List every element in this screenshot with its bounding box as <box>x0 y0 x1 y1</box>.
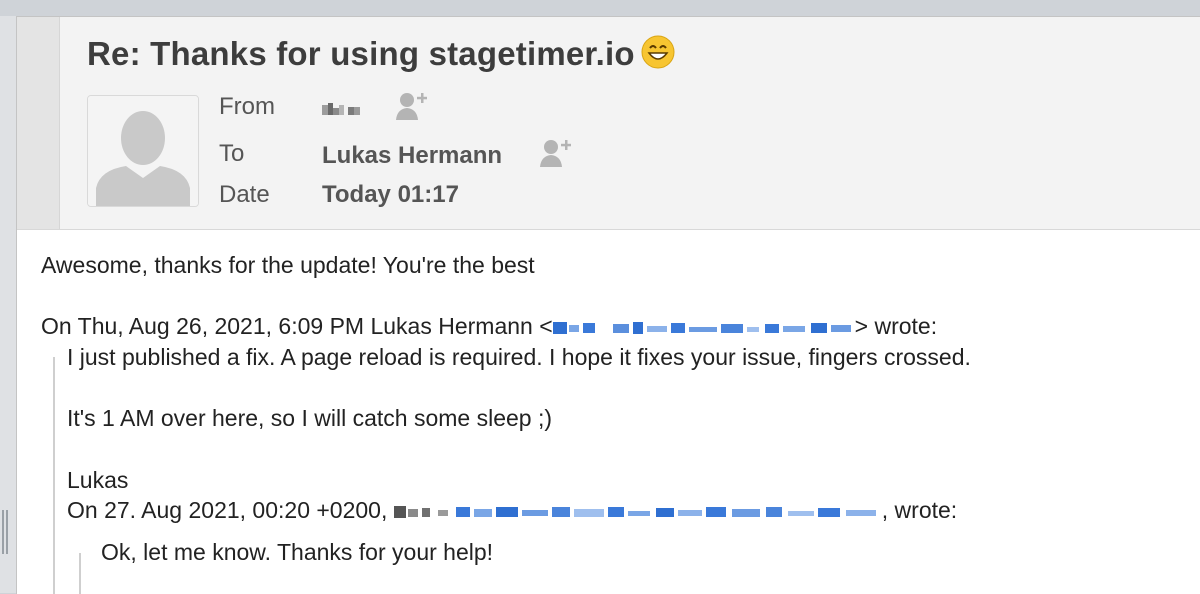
person-silhouette-icon <box>88 96 198 206</box>
sender-avatar <box>87 95 199 207</box>
add-contact-icon[interactable] <box>395 91 431 125</box>
nested-quote-line: Ok, let me know. Thanks for your help! <box>101 539 494 565</box>
window-edge <box>0 16 16 593</box>
message-header: Re: Thanks for using stagetimer.io From <box>17 17 1200 230</box>
redacted-email-link[interactable] <box>552 318 855 338</box>
date-label: Date <box>219 181 270 208</box>
to-label: To <box>219 140 245 167</box>
quote-bar <box>53 357 55 594</box>
resize-grip[interactable] <box>2 510 12 554</box>
body-line: Awesome, thanks for the update! You're t… <box>41 252 535 278</box>
header-side-bar <box>17 17 60 229</box>
redacted-email-address <box>393 505 876 518</box>
nested-quote-suffix: , wrote: <box>881 497 958 523</box>
redacted-sender-name <box>322 102 360 115</box>
grinning-face-icon <box>641 35 675 77</box>
nested-quote-prefix: On 27. Aug 2021, 00:20 +0200, <box>67 497 394 523</box>
subject-text: Re: Thanks for using stagetimer.io <box>87 35 635 72</box>
from-label: From <box>219 93 275 120</box>
nested-quote-header: On 27. Aug 2021, 00:20 +0200, , wrote: <box>67 497 957 524</box>
from-value[interactable] <box>322 95 366 123</box>
message-window: Re: Thanks for using stagetimer.io From <box>16 16 1200 594</box>
message-subject: Re: Thanks for using stagetimer.io <box>87 35 675 77</box>
date-value: Today 01:17 <box>322 181 459 208</box>
quote-header-suffix: > wrote: <box>854 313 938 339</box>
add-contact-icon[interactable] <box>539 138 575 172</box>
quote-header-prefix: On Thu, Aug 26, 2021, 6:09 PM Lukas Herm… <box>41 313 553 339</box>
nested-quote-bar <box>79 553 81 594</box>
to-value[interactable]: Lukas Hermann <box>322 142 502 170</box>
quote-line: I just published a fix. A page reload is… <box>67 344 971 370</box>
quote-line: Lukas <box>67 467 129 493</box>
quote-line: It's 1 AM over here, so I will catch som… <box>67 405 553 431</box>
quote-header: On Thu, Aug 26, 2021, 6:09 PM Lukas Herm… <box>41 313 937 340</box>
